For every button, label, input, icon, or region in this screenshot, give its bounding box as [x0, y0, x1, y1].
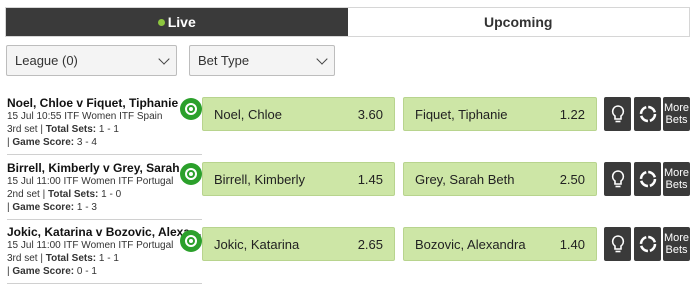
- stats-button[interactable]: [634, 97, 661, 131]
- away-odds-button[interactable]: Bozovic, Alexandra 1.40: [403, 227, 597, 261]
- live-dot-icon: [157, 18, 165, 26]
- tip-button[interactable]: [604, 97, 631, 131]
- event-title[interactable]: Jokic, Katarina v Bozovic, Alexandra: [7, 225, 202, 239]
- home-odds-value: 2.65: [357, 236, 383, 252]
- total-sets-value: 1 - 0: [101, 189, 122, 200]
- chevron-down-icon: [158, 52, 170, 65]
- lightbulb-icon: [611, 235, 624, 253]
- event-datetime-line: 15 Jul 11:00 ITF Women ITF Portugal: [7, 239, 202, 252]
- away-odds-button[interactable]: Fiquet, Tiphanie 1.22: [403, 97, 597, 131]
- away-odds-button[interactable]: Grey, Sarah Beth 2.50: [403, 162, 597, 196]
- more-bets-label-2: Bets: [665, 114, 688, 126]
- home-odds-value: 1.45: [357, 171, 383, 187]
- tab-bar: Live Upcoming: [5, 7, 690, 37]
- event-title[interactable]: Birrell, Kimberly v Grey, Sarah Beth: [7, 161, 202, 175]
- more-bets-label-2: Bets: [665, 244, 688, 256]
- tab-live[interactable]: Live: [6, 8, 348, 36]
- total-sets-value: 1 - 1: [98, 253, 119, 264]
- home-player-name: Noel, Chloe: [214, 106, 282, 122]
- game-score-label: Game Score:: [12, 266, 75, 277]
- home-odds-button[interactable]: Noel, Chloe 3.60: [202, 97, 395, 131]
- stats-ring-icon: [639, 170, 656, 188]
- away-odds-value: 1.40: [559, 236, 585, 252]
- event-competition: ITF Women ITF Spain: [64, 111, 163, 122]
- tab-upcoming[interactable]: Upcoming: [347, 8, 689, 36]
- game-score-value: 3 - 4: [76, 137, 97, 148]
- event-competition: ITF Women ITF Portugal: [63, 176, 174, 187]
- home-player-name: Jokic, Katarina: [214, 236, 300, 252]
- chevron-down-icon: [316, 52, 328, 65]
- event-datetime: 15 Jul 10:55: [7, 111, 62, 122]
- more-bets-button[interactable]: More Bets: [663, 97, 690, 131]
- event-game-line: | Game Score: 1 - 3: [7, 202, 97, 213]
- bet-type-dropdown-label: Bet Type: [198, 53, 250, 68]
- event-datetime: 15 Jul 11:00: [7, 240, 61, 251]
- league-dropdown-label: League (0): [15, 53, 78, 68]
- away-odds-value: 2.50: [559, 171, 585, 187]
- game-score-value: 1 - 3: [76, 202, 97, 213]
- event-row: Noel, Chloe v Fiquet, Tiphanie 15 Jul 10…: [0, 93, 700, 157]
- event-row: Birrell, Kimberly v Grey, Sarah Beth 15 …: [0, 158, 700, 222]
- live-stream-icon[interactable]: [180, 230, 202, 252]
- event-info: Noel, Chloe v Fiquet, Tiphanie 15 Jul 10…: [7, 93, 202, 155]
- lightbulb-icon: [611, 105, 624, 123]
- tip-button[interactable]: [604, 227, 631, 261]
- event-set: 3rd set: [7, 124, 38, 135]
- stats-ring-icon: [639, 235, 656, 253]
- home-odds-button[interactable]: Jokic, Katarina 2.65: [202, 227, 395, 261]
- total-sets-label: Total Sets:: [45, 124, 97, 135]
- tab-upcoming-label: Upcoming: [484, 14, 553, 30]
- away-player-name: Fiquet, Tiphanie: [415, 106, 508, 122]
- event-set: 2nd set: [7, 189, 40, 200]
- event-row: Jokic, Katarina v Bozovic, Alexandra 15 …: [0, 222, 700, 286]
- home-odds-value: 3.60: [357, 106, 383, 122]
- event-competition: ITF Women ITF Portugal: [63, 240, 174, 251]
- event-title[interactable]: Noel, Chloe v Fiquet, Tiphanie: [7, 96, 202, 110]
- home-odds-button[interactable]: Birrell, Kimberly 1.45: [202, 162, 395, 196]
- event-set-line: 3rd set | Total Sets: 1 - 1: [7, 253, 119, 264]
- event-set-line: 3rd set | Total Sets: 1 - 1: [7, 124, 119, 135]
- event-game-line: | Game Score: 3 - 4: [7, 137, 97, 148]
- more-bets-button[interactable]: More Bets: [663, 227, 690, 261]
- event-info: Jokic, Katarina v Bozovic, Alexandra 15 …: [7, 222, 202, 284]
- stats-button[interactable]: [634, 162, 661, 196]
- tip-button[interactable]: [604, 162, 631, 196]
- event-datetime-line: 15 Jul 11:00 ITF Women ITF Portugal: [7, 175, 202, 188]
- total-sets-label: Total Sets:: [47, 189, 99, 200]
- event-set: 3rd set: [7, 253, 38, 264]
- event-game-line: | Game Score: 0 - 1: [7, 266, 97, 277]
- away-player-name: Grey, Sarah Beth: [415, 171, 515, 187]
- game-score-label: Game Score:: [12, 137, 75, 148]
- away-odds-value: 1.22: [559, 106, 585, 122]
- more-bets-label-2: Bets: [665, 179, 688, 191]
- league-dropdown[interactable]: League (0): [6, 45, 177, 76]
- tab-live-label: Live: [167, 14, 196, 30]
- more-bets-button[interactable]: More Bets: [663, 162, 690, 196]
- more-bets-label-1: More: [663, 167, 690, 179]
- live-stream-icon[interactable]: [180, 163, 202, 185]
- stats-button[interactable]: [634, 227, 661, 261]
- event-datetime: 15 Jul 11:00: [7, 176, 61, 187]
- lightbulb-icon: [611, 170, 624, 188]
- home-player-name: Birrell, Kimberly: [214, 171, 306, 187]
- more-bets-label-1: More: [663, 102, 690, 114]
- more-bets-label-1: More: [663, 232, 690, 244]
- total-sets-value: 1 - 1: [98, 124, 119, 135]
- game-score-label: Game Score:: [12, 202, 75, 213]
- event-info: Birrell, Kimberly v Grey, Sarah Beth 15 …: [7, 158, 202, 220]
- stats-ring-icon: [639, 105, 656, 123]
- total-sets-label: Total Sets:: [45, 253, 97, 264]
- event-set-line: 2nd set | Total Sets: 1 - 0: [7, 189, 122, 200]
- away-player-name: Bozovic, Alexandra: [415, 236, 526, 252]
- bet-type-dropdown[interactable]: Bet Type: [189, 45, 335, 76]
- game-score-value: 0 - 1: [76, 266, 97, 277]
- event-datetime-line: 15 Jul 10:55 ITF Women ITF Spain: [7, 110, 202, 123]
- live-stream-icon[interactable]: [180, 98, 202, 120]
